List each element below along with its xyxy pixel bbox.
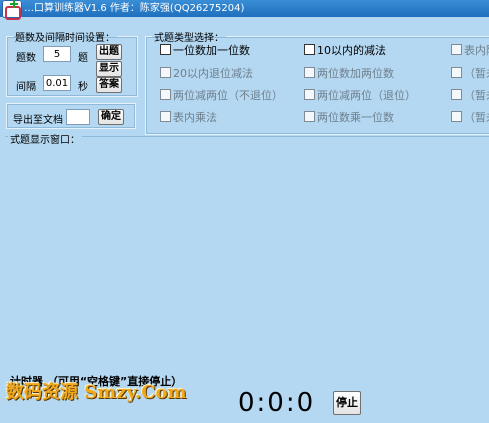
- checkbox-icon: [160, 67, 171, 78]
- checkbox-icon: [160, 89, 171, 100]
- checkbox-icon: [304, 67, 315, 78]
- answer-button[interactable]: 答案: [96, 77, 122, 93]
- checkbox-icon: [451, 111, 462, 122]
- type-option-5[interactable]: 两位数加两位数: [304, 67, 394, 80]
- checkbox-icon: [160, 111, 171, 122]
- display-label: 式题显示窗口：: [8, 131, 82, 146]
- timer-display: 0:0:0: [238, 388, 316, 418]
- type-option-11[interactable]: 两位数乘一位数: [304, 111, 394, 124]
- checkbox-icon: [304, 111, 315, 122]
- checkbox-icon: [451, 44, 462, 55]
- type-option-3[interactable]: 表内除法: [451, 44, 489, 57]
- checkbox-icon: [451, 89, 462, 100]
- export-confirm-button[interactable]: 确定: [98, 109, 124, 125]
- type-option-12[interactable]: （暂未: [451, 111, 489, 124]
- type-option-9[interactable]: （暂未: [451, 89, 489, 102]
- type-legend: 式题类型选择：: [154, 33, 224, 44]
- count-input[interactable]: 5: [43, 46, 71, 62]
- interval-input[interactable]: 0.01: [43, 75, 71, 91]
- type-option-1[interactable]: 一位数加一位数: [160, 44, 250, 57]
- type-option-10[interactable]: 表内乘法: [160, 111, 217, 124]
- question-display-area[interactable]: [5, 136, 489, 373]
- show-button[interactable]: 显示: [96, 61, 122, 77]
- interval-label: 间隔: [16, 82, 36, 93]
- type-option-4[interactable]: 20以内退位减法: [160, 67, 253, 80]
- type-option-2[interactable]: 10以内的减法: [304, 44, 386, 57]
- type-option-7[interactable]: 两位减两位（不退位）: [160, 89, 283, 102]
- checkbox-icon: [304, 44, 315, 55]
- export-label: 导出至文档: [13, 115, 63, 126]
- count-unit: 题: [78, 53, 88, 64]
- watermark: 数码资源 Smzy.Com: [6, 382, 187, 403]
- export-input[interactable]: [66, 109, 90, 125]
- stop-button[interactable]: 停止: [333, 391, 361, 415]
- checkbox-icon: [451, 67, 462, 78]
- count-label: 题数: [16, 53, 36, 64]
- type-option-8[interactable]: 两位减两位（退位）: [304, 89, 416, 102]
- generate-button[interactable]: 出题: [96, 44, 122, 60]
- checkbox-icon: [160, 44, 171, 55]
- interval-unit: 秒: [78, 82, 88, 93]
- checkbox-icon: [304, 89, 315, 100]
- settings-legend: 题数及间隔时间设置：: [15, 33, 115, 44]
- title-bar: …口算训练器V1.6 作者：陈家强(QQ26275204): [0, 0, 489, 20]
- type-option-6[interactable]: （暂未: [451, 67, 489, 80]
- app-icon: [2, 0, 22, 20]
- window-title: …口算训练器V1.6 作者：陈家强(QQ26275204): [24, 3, 245, 14]
